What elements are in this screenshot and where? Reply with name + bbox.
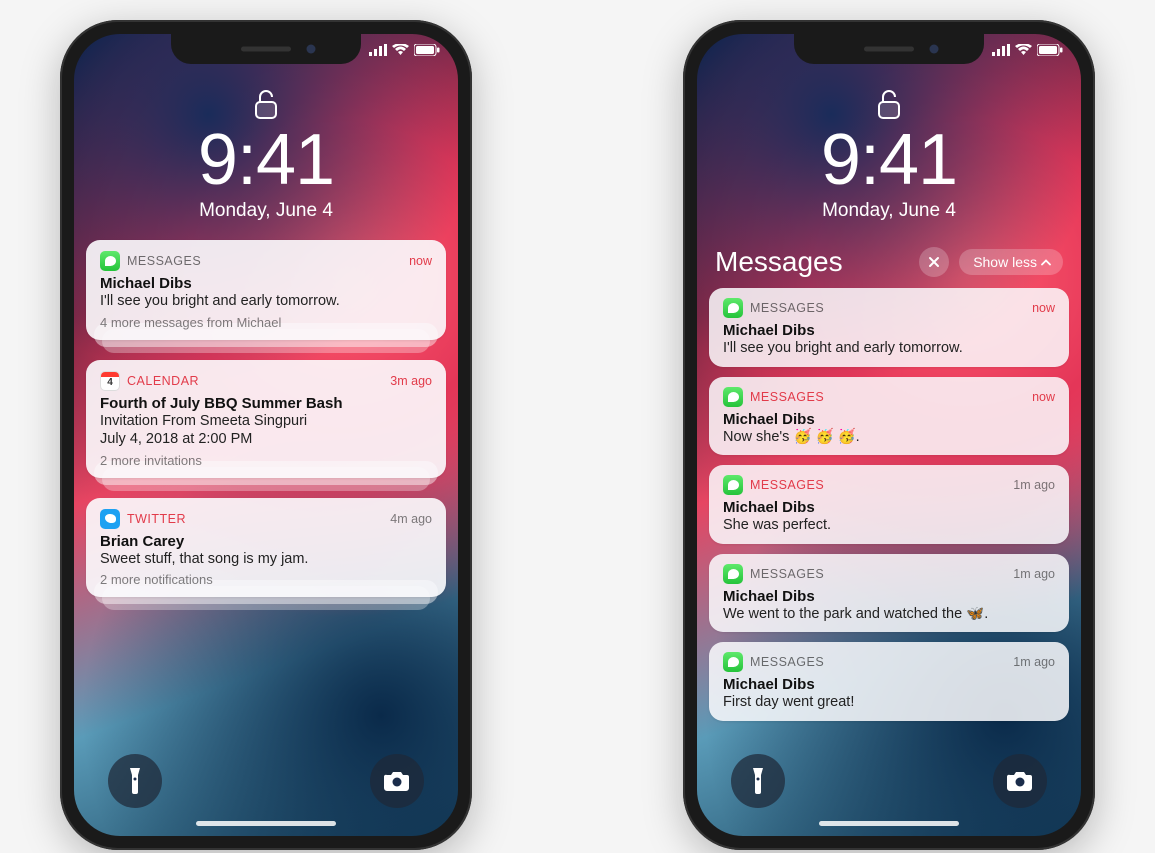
notification-card[interactable]: TWITTER 4m ago Brian CareySweet stuff, tha…	[86, 498, 446, 598]
chevron-up-icon	[1041, 259, 1051, 266]
notification-body: Invitation From Smeeta Singpuri July 4, …	[100, 412, 432, 449]
notification-list: MESSAGES now Michael DibsI'll see you brig…	[74, 222, 458, 597]
more-count: 2 more notifications	[100, 572, 432, 587]
clear-group-button[interactable]	[919, 247, 949, 277]
notification-title: Michael Dibs	[100, 275, 432, 292]
camera-button[interactable]	[993, 754, 1047, 808]
close-icon	[928, 256, 940, 268]
notification-card[interactable]: MESSAGES 1m ago Michael DibsFirst day went…	[709, 642, 1069, 721]
timestamp: 4m ago	[390, 512, 432, 526]
camera-icon	[384, 771, 410, 791]
lock-open-icon	[876, 88, 902, 120]
notification-title: Fourth of July BBQ Summer Bash	[100, 395, 432, 412]
bottom-shortcuts	[697, 754, 1081, 808]
notification-title: Michael Dibs	[723, 411, 1055, 428]
app-name: MESSAGES	[750, 478, 824, 492]
notification-title: Michael Dibs	[723, 322, 1055, 339]
notification-body: We went to the park and watched the 🦋.	[723, 605, 1055, 624]
notification-body: I'll see you bright and early tomorrow.	[723, 339, 1055, 358]
messages-app-icon	[723, 387, 743, 407]
notification-card[interactable]: 4 CALENDAR 3m ago Fourth of July BBQ Summer…	[86, 360, 446, 478]
timestamp: 3m ago	[390, 374, 432, 388]
phone-left: 9:41 Monday, June 4 MESSAGES now Michael D…	[60, 20, 472, 850]
status-indicators	[369, 44, 440, 56]
timestamp: 1m ago	[1013, 478, 1055, 492]
signal-icon	[992, 44, 1010, 56]
app-name: MESSAGES	[750, 301, 824, 315]
clock-date: Monday, June 4	[697, 200, 1081, 222]
notification-card[interactable]: MESSAGES now Michael DibsI'll see you brig…	[709, 288, 1069, 367]
flashlight-button[interactable]	[108, 754, 162, 808]
camera-icon	[1007, 771, 1033, 791]
app-name: CALENDAR	[127, 374, 199, 388]
more-count: 4 more messages from Michael	[100, 315, 432, 330]
wifi-icon	[1015, 44, 1032, 56]
group-title: Messages	[715, 246, 909, 278]
messages-app-icon	[100, 251, 120, 271]
notification-body: Sweet stuff, that song is my jam.	[100, 550, 432, 569]
clock-time: 9:41	[74, 124, 458, 196]
app-name: MESSAGES	[127, 254, 201, 268]
notification-body: First day went great!	[723, 693, 1055, 712]
phone-right: 9:41 Monday, June 4 Messages Show less M…	[683, 20, 1095, 850]
notification-title: Michael Dibs	[723, 499, 1055, 516]
wifi-icon	[392, 44, 409, 56]
app-name: MESSAGES	[750, 390, 824, 404]
lockscreen-left: 9:41 Monday, June 4 MESSAGES now Michael D…	[74, 34, 458, 836]
notification-body: I'll see you bright and early tomorrow.	[100, 292, 432, 311]
notification-list: MESSAGESnowMichael DibsI'll see you brig…	[709, 288, 1069, 721]
notification-title: Michael Dibs	[723, 588, 1055, 605]
battery-icon	[414, 44, 440, 56]
timestamp: now	[1032, 390, 1055, 404]
timestamp: 1m ago	[1013, 567, 1055, 581]
notification-body: Now she's 🥳 🥳 🥳.	[723, 428, 1055, 447]
messages-app-icon	[723, 564, 743, 584]
messages-app-icon	[723, 475, 743, 495]
clock-date: Monday, June 4	[74, 200, 458, 222]
notification-title: Michael Dibs	[723, 676, 1055, 693]
lockscreen-right: 9:41 Monday, June 4 Messages Show less M…	[697, 34, 1081, 836]
notification-group: Messages Show less MESSAGES now Michael Di…	[697, 222, 1081, 721]
notification-card[interactable]: MESSAGES 1m ago Michael DibsShe was perfec…	[709, 465, 1069, 544]
notch	[171, 34, 361, 64]
timestamp: now	[1032, 301, 1055, 315]
messages-app-icon	[723, 652, 743, 672]
clock-time: 9:41	[697, 124, 1081, 196]
bottom-shortcuts	[74, 754, 458, 808]
app-name: TWITTER	[127, 512, 186, 526]
flashlight-icon	[751, 768, 765, 794]
lock-open-icon	[253, 88, 279, 120]
status-indicators	[992, 44, 1063, 56]
notification-body: She was perfect.	[723, 516, 1055, 535]
notification-title: Brian Carey	[100, 533, 432, 550]
messages-app-icon	[723, 298, 743, 318]
notification-card[interactable]: MESSAGES 1m ago Michael DibsWe went to the…	[709, 554, 1069, 633]
timestamp: now	[409, 254, 432, 268]
notch	[794, 34, 984, 64]
notification-card[interactable]: MESSAGES now Michael DibsNow she's 🥳 🥳 🥳.	[709, 377, 1069, 456]
notification-card[interactable]: MESSAGES now Michael DibsI'll see you brig…	[86, 240, 446, 340]
camera-button[interactable]	[370, 754, 424, 808]
group-header: Messages Show less	[709, 240, 1069, 288]
app-name: MESSAGES	[750, 655, 824, 669]
flashlight-icon	[128, 768, 142, 794]
show-less-button[interactable]: Show less	[959, 249, 1063, 275]
app-name: MESSAGES	[750, 567, 824, 581]
timestamp: 1m ago	[1013, 655, 1055, 669]
flashlight-button[interactable]	[731, 754, 785, 808]
more-count: 2 more invitations	[100, 453, 432, 468]
signal-icon	[369, 44, 387, 56]
show-less-label: Show less	[973, 254, 1037, 270]
calendar-app-icon: 4	[100, 371, 120, 391]
twitter-app-icon	[100, 509, 120, 529]
battery-icon	[1037, 44, 1063, 56]
